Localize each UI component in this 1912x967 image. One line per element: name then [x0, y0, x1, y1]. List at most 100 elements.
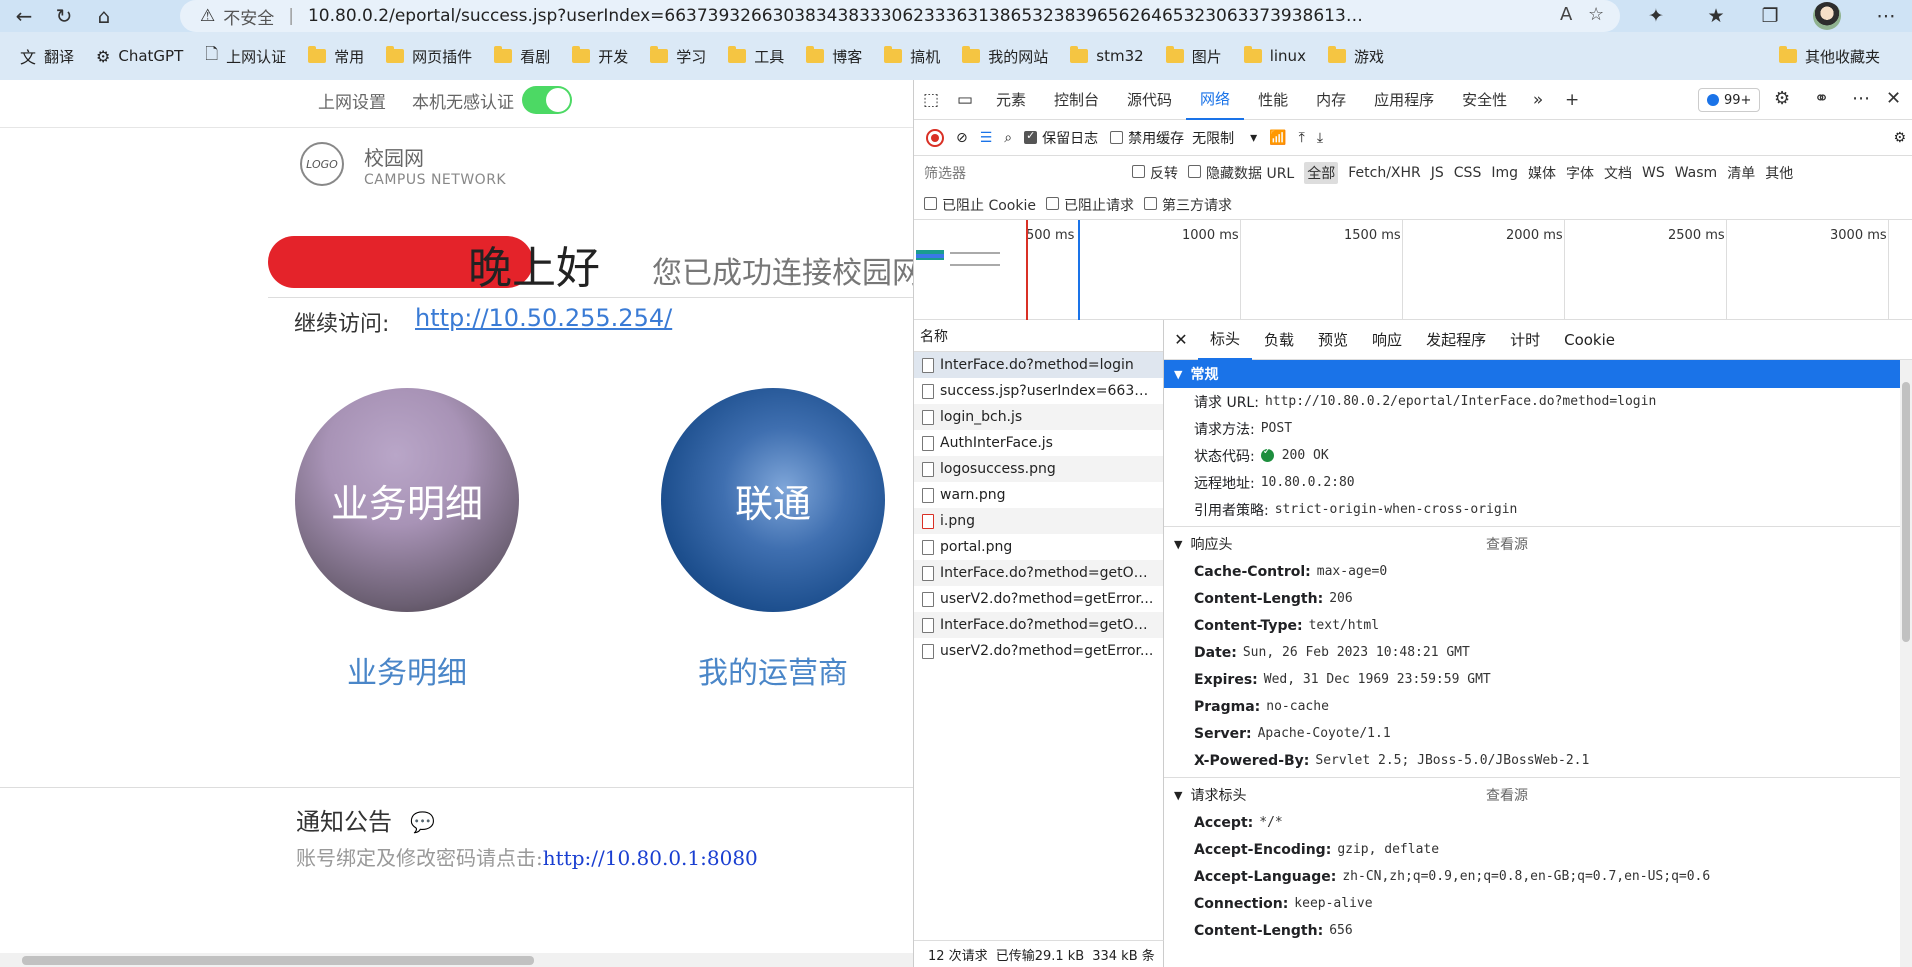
- tab-elements[interactable]: 元素: [982, 80, 1040, 120]
- tab-cookies[interactable]: Cookie: [1552, 320, 1627, 360]
- vertical-scrollbar[interactable]: [1900, 360, 1912, 967]
- response-headers-section-header[interactable]: ▼ 响应头 查看源: [1164, 530, 1912, 558]
- notice-link[interactable]: http://10.80.0.1:8080: [543, 846, 758, 870]
- request-row[interactable]: success.jsp?userIndex=663739...: [914, 378, 1163, 404]
- request-headers-section-header[interactable]: ▼ 请求标头 查看源: [1164, 781, 1912, 809]
- device-toolbar-icon[interactable]: ▭: [948, 90, 982, 110]
- filter-type-wasm[interactable]: Wasm: [1675, 165, 1717, 181]
- more-icon[interactable]: ⋯: [1866, 0, 1906, 32]
- request-row[interactable]: userV2.do?method=getError...: [914, 586, 1163, 612]
- bookmark-folder[interactable]: 工具: [728, 46, 784, 67]
- request-row[interactable]: logosuccess.png: [914, 456, 1163, 482]
- checkbox[interactable]: [1188, 165, 1201, 178]
- general-section-header[interactable]: ▼ 常规: [1164, 360, 1912, 388]
- checkbox[interactable]: [1110, 131, 1124, 144]
- business-detail-link[interactable]: 业务明细: [347, 648, 467, 692]
- request-row[interactable]: InterFace.do?method=getOnli...: [914, 612, 1163, 638]
- tab-preview[interactable]: 预览: [1306, 320, 1360, 360]
- bookmark-chatgpt[interactable]: ⚙ ChatGPT: [96, 47, 183, 66]
- network-conditions-icon[interactable]: 📶: [1269, 130, 1286, 146]
- profile-avatar[interactable]: [1813, 2, 1841, 30]
- request-row[interactable]: AuthInterFace.js: [914, 430, 1163, 456]
- request-row[interactable]: InterFace.do?method=getOnli...: [914, 560, 1163, 586]
- scrollbar-thumb[interactable]: [22, 956, 534, 965]
- request-row[interactable]: warn.png: [914, 482, 1163, 508]
- record-icon[interactable]: [926, 128, 944, 147]
- network-settings-icon[interactable]: ⚙: [1893, 130, 1906, 146]
- checkbox[interactable]: [1143, 196, 1157, 210]
- tab-payload[interactable]: 负载: [1252, 320, 1306, 360]
- bookmark-translate[interactable]: 文翻译: [20, 44, 74, 68]
- filter-type-media[interactable]: 媒体: [1528, 163, 1556, 183]
- third-party-checkbox[interactable]: 第三方请求: [1143, 195, 1232, 215]
- add-favorite-icon[interactable]: ☆: [1588, 4, 1604, 25]
- filter-type-ws[interactable]: WS: [1642, 165, 1665, 181]
- net-settings-link[interactable]: 上网设置: [318, 88, 386, 113]
- filter-type-other[interactable]: 其他: [1765, 163, 1793, 183]
- invert-checkbox[interactable]: 反转: [1132, 163, 1178, 183]
- tab-initiator[interactable]: 发起程序: [1414, 320, 1498, 360]
- bookmark-folder[interactable]: 搞机: [884, 46, 940, 67]
- unicom-tile[interactable]: 联通: [661, 388, 885, 612]
- name-column-header[interactable]: 名称: [914, 320, 1163, 352]
- my-operator-link[interactable]: 我的运营商: [698, 648, 848, 692]
- clear-icon[interactable]: ⊘: [956, 130, 968, 146]
- checkbox[interactable]: [1045, 196, 1059, 210]
- import-har-icon[interactable]: ⤒: [1299, 130, 1305, 146]
- auto-auth-toggle[interactable]: [522, 86, 572, 114]
- horizontal-scrollbar[interactable]: [0, 953, 913, 967]
- filter-input[interactable]: 筛选器: [922, 161, 1132, 185]
- bookmark-auth[interactable]: 🗋 上网认证: [205, 43, 286, 70]
- reload-icon[interactable]: ↻: [48, 0, 80, 32]
- bookmark-folder[interactable]: 学习: [650, 46, 706, 67]
- scrollbar-thumb[interactable]: [1902, 382, 1910, 642]
- timeline-overview[interactable]: 500 ms 1000 ms 1500 ms 2000 ms 2500 ms 3…: [914, 220, 1912, 320]
- add-tab-icon[interactable]: +: [1555, 90, 1589, 110]
- filter-type-all[interactable]: 全部: [1304, 162, 1339, 184]
- request-row[interactable]: InterFace.do?method=login: [914, 352, 1163, 378]
- filter-type-css[interactable]: CSS: [1454, 165, 1482, 181]
- bookmark-folder[interactable]: 游戏: [1327, 46, 1384, 67]
- checkbox[interactable]: [1132, 165, 1145, 178]
- request-row[interactable]: userV2.do?method=getError...: [914, 638, 1163, 664]
- checkbox[interactable]: [924, 196, 937, 210]
- tab-response[interactable]: 响应: [1360, 320, 1414, 360]
- preserve-log-checkbox[interactable]: 保留日志: [1024, 128, 1098, 148]
- favorites-icon[interactable]: ★: [1696, 0, 1736, 32]
- tab-memory[interactable]: 内存: [1302, 80, 1360, 120]
- close-icon[interactable]: ✕: [1164, 330, 1198, 349]
- more-options-icon[interactable]: ⋯: [1852, 88, 1870, 109]
- blocked-requests-checkbox[interactable]: 已阻止请求: [1045, 195, 1134, 215]
- filter-type-xhr[interactable]: Fetch/XHR: [1348, 165, 1421, 181]
- settings-gear-icon[interactable]: ⚙: [1774, 88, 1790, 109]
- bookmark-folder[interactable]: linux: [1243, 46, 1306, 65]
- filter-icon[interactable]: ☰: [980, 130, 993, 146]
- tab-sources[interactable]: 源代码: [1113, 80, 1186, 120]
- filter-type-doc[interactable]: 文档: [1604, 163, 1632, 183]
- filter-type-js[interactable]: JS: [1431, 165, 1444, 181]
- close-icon[interactable]: ✕: [1886, 88, 1901, 109]
- tab-security[interactable]: 安全性: [1448, 80, 1521, 120]
- filter-type-manifest[interactable]: 清单: [1727, 163, 1755, 183]
- business-detail-tile[interactable]: 业务明细: [295, 388, 519, 612]
- view-source-link[interactable]: 查看源: [1486, 534, 1528, 554]
- bookmark-folder[interactable]: 博客: [806, 46, 862, 67]
- bookmark-folder[interactable]: 看剧: [494, 46, 550, 67]
- read-aloud-icon[interactable]: A: [1560, 4, 1572, 25]
- export-har-icon[interactable]: ⤓: [1317, 130, 1323, 146]
- home-icon[interactable]: ⌂: [88, 0, 120, 32]
- back-arrow-icon[interactable]: ←: [8, 0, 40, 32]
- search-icon[interactable]: ⌕: [1004, 130, 1012, 146]
- url-text[interactable]: 10.80.0.2/eportal/success.jsp?userIndex=…: [308, 6, 1368, 26]
- request-row[interactable]: login_bch.js: [914, 404, 1163, 430]
- view-source-link[interactable]: 查看源: [1486, 785, 1528, 805]
- tab-timing[interactable]: 计时: [1498, 320, 1552, 360]
- inspect-element-icon[interactable]: ⬚: [914, 90, 948, 110]
- filter-type-font[interactable]: 字体: [1566, 163, 1594, 183]
- tab-application[interactable]: 应用程序: [1360, 80, 1448, 120]
- extensions-icon[interactable]: ✦: [1636, 0, 1676, 32]
- tab-performance[interactable]: 性能: [1244, 80, 1302, 120]
- tab-network[interactable]: 网络: [1186, 80, 1245, 120]
- customize-icon[interactable]: ⚭: [1814, 88, 1829, 109]
- hide-data-url-checkbox[interactable]: 隐藏数据 URL: [1188, 163, 1294, 183]
